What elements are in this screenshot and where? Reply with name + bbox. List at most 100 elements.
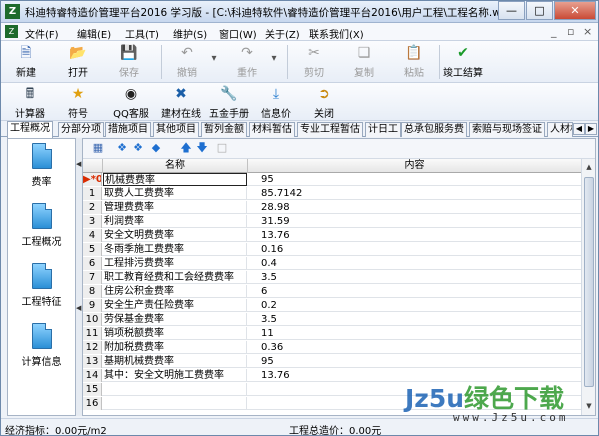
rate-value-cell[interactable]: 6 [248, 285, 581, 298]
rate-name-cell[interactable]: 机械费费率 [103, 173, 247, 186]
scroll-thumb[interactable] [584, 177, 594, 387]
calculator-button[interactable]: 🖩 计算器 [11, 85, 49, 120]
tab-subdivision[interactable]: 分部分项 [58, 122, 104, 137]
rate-name-cell[interactable]: 利润费率 [103, 215, 247, 228]
rate-name-cell[interactable]: 职工教育经费和工会经费费率 [103, 271, 247, 284]
menu-edit[interactable]: 编辑(E) [77, 26, 111, 41]
rate-value-cell[interactable]: 95 [248, 173, 581, 186]
tab-labor-materials[interactable]: 人材机 [547, 122, 573, 137]
rate-value-cell[interactable]: 0.36 [248, 341, 581, 354]
rate-value-cell[interactable]: 11 [248, 327, 581, 340]
table-row[interactable]: 10 劳保基金费率 3.5 [83, 313, 581, 326]
table-row[interactable]: 11 销项税额费率 11 [83, 327, 581, 340]
sidebar-item-calc-info[interactable]: 计算信息 [8, 323, 75, 368]
rate-value-cell[interactable]: 3.5 [248, 271, 581, 284]
rate-value-cell[interactable]: 0.2 [248, 299, 581, 312]
rate-value-cell[interactable]: 3.5 [248, 313, 581, 326]
close-window-button[interactable]: ✕ [554, 1, 596, 20]
table-row[interactable]: 9 安全生产责任险费率 0.2 [83, 299, 581, 312]
building-online-button[interactable]: ✖ 建材在线 [159, 85, 203, 120]
table-row[interactable]: 3 利润费率 31.59 [83, 215, 581, 228]
redo-button[interactable]: ↷ 重作 [229, 44, 265, 79]
menu-file[interactable]: 文件(F) [25, 26, 59, 41]
scroll-down-icon[interactable]: ▼ [584, 402, 594, 410]
delete-row-icon[interactable]: □ [215, 141, 229, 155]
settle-button[interactable]: ✔ 竣工结算 [441, 44, 485, 79]
rate-name-cell[interactable] [103, 397, 247, 410]
paste-button[interactable]: 📋 粘贴 [397, 44, 431, 79]
move-down-icon[interactable]: 🡇 [195, 141, 209, 155]
collapse-icon[interactable]: ❖ [131, 141, 145, 155]
close-tool-button[interactable]: ➲ 关闭 [309, 85, 339, 120]
new-button[interactable]: 🗎 新建 [9, 44, 43, 79]
menu-contact[interactable]: 联系我们(X) [309, 26, 364, 41]
move-up-icon[interactable]: 🡅 [179, 141, 193, 155]
menu-tools[interactable]: 工具(T) [125, 26, 159, 41]
rate-name-cell[interactable]: 劳保基金费率 [103, 313, 247, 326]
rate-name-cell[interactable]: 冬雨季施工费费率 [103, 243, 247, 256]
redo-dropdown-icon[interactable]: ▾ [269, 53, 279, 64]
rate-name-cell[interactable]: 工程排污费费率 [103, 257, 247, 270]
copy-button[interactable]: ❏ 复制 [347, 44, 381, 79]
rate-value-cell[interactable]: 0.16 [248, 243, 581, 256]
rate-value-cell[interactable]: 95 [248, 355, 581, 368]
level-icon[interactable]: ◆ [149, 141, 163, 155]
cut-button[interactable]: ✂ 剪切 [297, 44, 331, 79]
rate-name-cell[interactable]: 管理费费率 [103, 201, 247, 214]
table-row[interactable]: 2 管理费费率 28.98 [83, 201, 581, 214]
tab-daywork[interactable]: 计日工 [365, 122, 401, 137]
table-row[interactable]: 4 安全文明费费率 13.76 [83, 229, 581, 242]
tab-material-estimate[interactable]: 材料暂估 [249, 122, 295, 137]
scroll-up-icon[interactable]: ▲ [584, 163, 594, 171]
rate-name-cell[interactable]: 其中：安全文明施工费费率 [103, 369, 247, 382]
sidebar-item-overview[interactable]: 工程概况 [8, 203, 75, 248]
menu-maintain[interactable]: 维护(S) [173, 26, 207, 41]
expand-icon[interactable]: ❖ [115, 141, 129, 155]
rate-name-cell[interactable]: 基期机械费费率 [103, 355, 247, 368]
table-row[interactable]: 8 住房公积金费率 6 [83, 285, 581, 298]
hardware-manual-button[interactable]: 🔧 五金手册 [207, 85, 251, 120]
rate-name-cell[interactable]: 取费人工费费率 [103, 187, 247, 200]
collapse-left-icon[interactable]: ◀ [76, 160, 81, 168]
rate-name-cell[interactable]: 附加税费费率 [103, 341, 247, 354]
tab-measures[interactable]: 措施项目 [105, 122, 151, 137]
rate-name-cell[interactable]: 安全生产责任险费率 [103, 299, 247, 312]
symbol-button[interactable]: ★ 符号 [63, 85, 93, 120]
mdi-restore-button[interactable]: ▫ [567, 25, 574, 38]
tab-claims-visa[interactable]: 索赔与现场签证 [469, 122, 545, 137]
sidebar-item-features[interactable]: 工程特征 [8, 263, 75, 308]
name-column-header[interactable]: 名称 [103, 159, 248, 173]
table-row[interactable]: 1 取费人工费费率 85.7142 [83, 187, 581, 200]
sidebar-item-rate[interactable]: 费率 [8, 143, 75, 188]
table-row[interactable]: 6 工程排污费费率 0.4 [83, 257, 581, 270]
tab-provisional-sum[interactable]: 暂列金额 [201, 122, 247, 137]
tab-scroll-right-icon[interactable]: ▶ [585, 123, 597, 135]
rate-value-cell[interactable]: 13.76 [248, 229, 581, 242]
undo-button[interactable]: ↶ 撤销 [169, 44, 205, 79]
rate-value-cell[interactable]: 28.98 [248, 201, 581, 214]
save-button[interactable]: 💾 保存 [112, 44, 146, 79]
mdi-minimize-button[interactable]: _ [551, 25, 557, 38]
document-menu-icon[interactable]: Z [5, 25, 18, 38]
tab-specialty-estimate[interactable]: 专业工程暂估 [297, 122, 363, 137]
info-price-button[interactable]: ⤓ 信息价 [258, 85, 294, 120]
table-row[interactable]: 5 冬雨季施工费费率 0.16 [83, 243, 581, 256]
qq-service-button[interactable]: ◉ QQ客服 [111, 85, 151, 120]
table-row[interactable]: ▶*0 机械费费率 95 [83, 173, 581, 186]
rate-name-cell[interactable]: 住房公积金费率 [103, 285, 247, 298]
vertical-scrollbar[interactable]: ▲ ▼ [581, 159, 595, 415]
rate-value-cell[interactable]: 0.4 [248, 257, 581, 270]
tab-other-items[interactable]: 其他项目 [153, 122, 199, 137]
tab-scroll-left-icon[interactable]: ◀ [573, 123, 585, 135]
table-row[interactable]: 13 基期机械费费率 95 [83, 355, 581, 368]
maximize-button[interactable]: □ [526, 1, 553, 20]
content-column-header[interactable]: 内容 [248, 159, 581, 173]
rate-value-cell[interactable]: 85.7142 [248, 187, 581, 200]
tab-contractor-service[interactable]: 总承包服务费 [401, 122, 467, 137]
collapse-left-icon[interactable]: ◀ [76, 304, 81, 312]
rate-value-cell[interactable]: 31.59 [248, 215, 581, 228]
rate-name-cell[interactable] [103, 383, 247, 396]
table-row[interactable]: 7 职工教育经费和工会经费费率 3.5 [83, 271, 581, 284]
add-row-icon[interactable]: ▦ [91, 141, 105, 155]
menu-about[interactable]: 关于(Z) [265, 26, 300, 41]
